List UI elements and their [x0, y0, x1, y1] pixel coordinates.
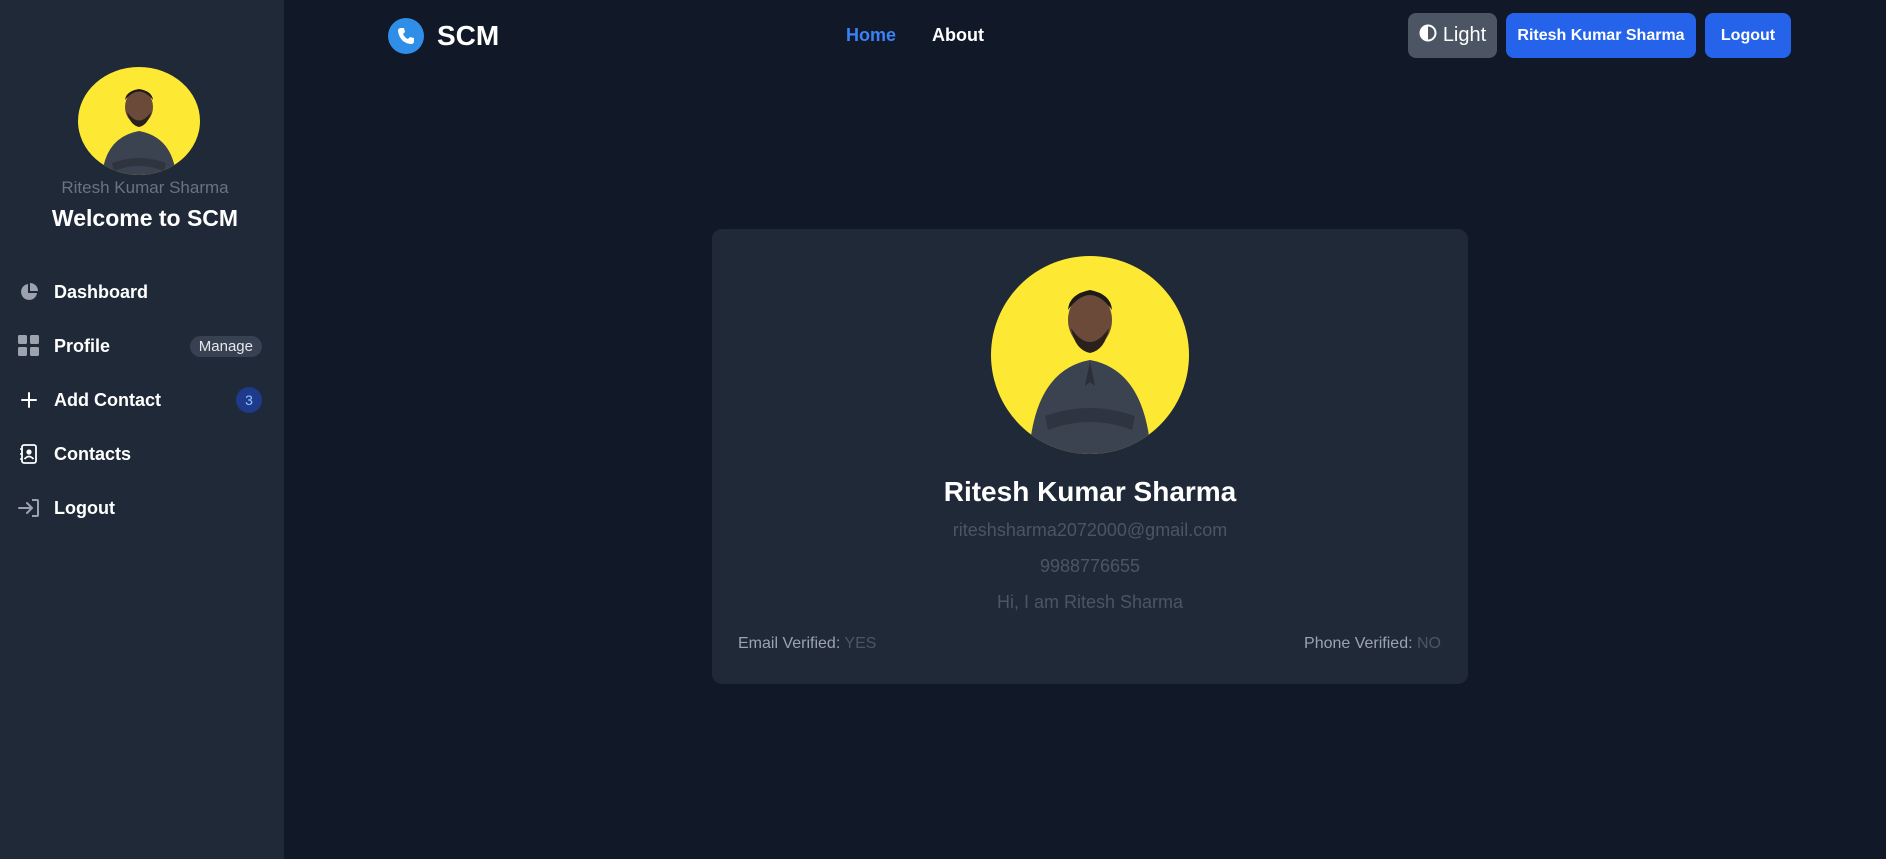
profile-about: Hi, I am Ritesh Sharma: [996, 592, 1184, 612]
profile-phone: 9988776655: [1039, 556, 1141, 576]
pie-chart-icon: [18, 281, 40, 303]
phone-verified-value: NO: [1417, 635, 1441, 652]
phone-logo-icon[interactable]: [388, 18, 424, 54]
app-logo-text[interactable]: SCM: [437, 20, 499, 52]
logout-button[interactable]: Logout: [1705, 13, 1791, 58]
sidebar-welcome-heading: Welcome to SCM: [51, 205, 239, 231]
count-badge: 3: [236, 387, 262, 413]
contrast-icon: [1419, 24, 1437, 48]
profile-card: Ritesh Kumar Sharma riteshsharma2072000@…: [712, 229, 1468, 684]
sidebar-item-label: Contacts: [54, 443, 132, 464]
sidebar-item-add-contact[interactable]: Add Contact 3: [0, 380, 284, 420]
contact-book-icon: [18, 443, 40, 465]
sidebar-username: Ritesh Kumar Sharma: [61, 178, 229, 197]
theme-toggle-label: Light: [1442, 24, 1487, 46]
plus-icon: [18, 389, 40, 411]
sidebar-item-label: Profile: [54, 335, 111, 356]
phone-verified-label: Phone Verified:: [1304, 635, 1413, 652]
user-profile-button[interactable]: Ritesh Kumar Sharma: [1506, 13, 1696, 58]
sidebar-item-logout[interactable]: Logout: [0, 488, 284, 528]
sidebar-item-label: Dashboard: [54, 281, 149, 302]
sidebar-item-contacts[interactable]: Contacts: [0, 434, 284, 474]
manage-badge: Manage: [189, 335, 262, 357]
grid-icon: [18, 335, 40, 357]
phone-verified-status: Phone Verified: NO: [1304, 635, 1441, 653]
sidebar-item-dashboard[interactable]: Dashboard: [0, 272, 284, 312]
sidebar-avatar: [78, 67, 200, 175]
nav-link-about[interactable]: About: [932, 25, 984, 46]
profile-email: riteshsharma2072000@gmail.com: [952, 520, 1228, 540]
sidebar-item-label: Logout: [54, 497, 115, 518]
profile-avatar: [991, 256, 1189, 454]
sidebar-item-label: Add Contact: [54, 389, 161, 410]
profile-name: Ritesh Kumar Sharma: [943, 476, 1237, 507]
theme-toggle-button[interactable]: Light: [1408, 13, 1497, 58]
email-verified-value: YES: [844, 635, 877, 652]
email-verified-status: Email Verified: YES: [738, 635, 876, 653]
email-verified-label: Email Verified:: [738, 635, 841, 652]
sidebar-item-profile[interactable]: Profile Manage: [0, 326, 284, 366]
sidebar: Ritesh Kumar Sharma Welcome to SCM Dashb…: [0, 0, 284, 859]
nav-link-home[interactable]: Home: [846, 25, 896, 46]
sign-in-icon: [18, 497, 40, 519]
